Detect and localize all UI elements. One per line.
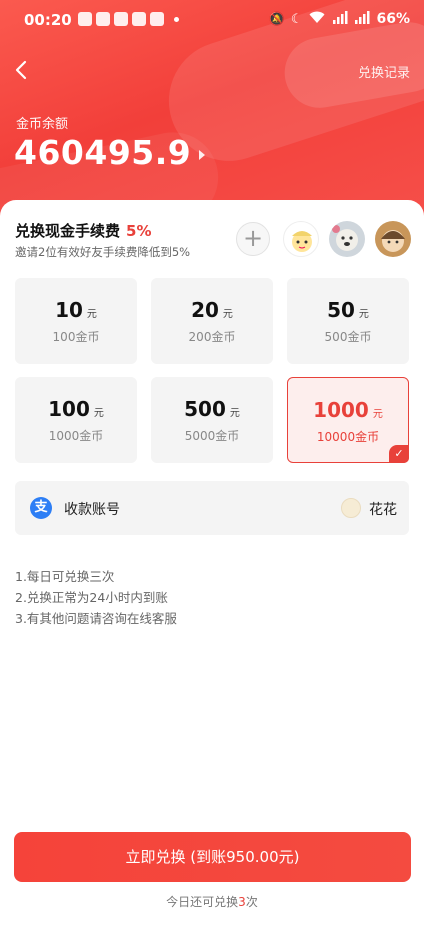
amount-unit: 元 bbox=[372, 409, 383, 420]
tiktok-icon bbox=[114, 12, 128, 26]
rule-item: 2.兑换正常为24小时内到账 bbox=[15, 590, 168, 605]
remaining-prefix: 今日还可兑换 bbox=[166, 895, 239, 909]
more-dot-icon bbox=[174, 17, 179, 22]
chevron-left-icon bbox=[15, 60, 27, 80]
amount-value: 10 bbox=[55, 298, 83, 322]
moon-icon: ☾ bbox=[290, 11, 303, 27]
amount-option[interactable]: 500 元 5000金币 bbox=[151, 377, 273, 463]
remaining-suffix: 次 bbox=[245, 895, 258, 909]
coin-cost: 1000金币 bbox=[48, 429, 104, 443]
amount-value: 1000 bbox=[313, 398, 369, 422]
amount-value: 20 bbox=[191, 298, 219, 322]
invite-friend-button[interactable]: + bbox=[236, 222, 270, 256]
invite-hint: 邀请2位有效好友手续费降低到5% bbox=[15, 245, 191, 259]
fee-rate: 5% bbox=[126, 222, 152, 240]
rule-item: 3.有其他问题请咨询在线客服 bbox=[15, 611, 177, 626]
alipay-icon: 支 bbox=[30, 497, 52, 519]
amount-value: 100 bbox=[48, 397, 90, 421]
amount-unit: 元 bbox=[93, 408, 104, 419]
exchange-card: 兑换现金手续费 5% 邀请2位有效好友手续费降低到5% + 10 元 100金币 … bbox=[0, 200, 424, 820]
exchange-record-link[interactable]: 兑换记录 bbox=[358, 62, 410, 81]
footer-bar: 立即兑换 (到账950.00元) 今日还可兑换3次 bbox=[0, 820, 424, 935]
amount-option[interactable]: 50 元 500金币 bbox=[287, 278, 409, 364]
friend-avatar[interactable] bbox=[375, 221, 411, 257]
friend-avatar[interactable] bbox=[329, 221, 365, 257]
coin-cost: 10000金币 bbox=[316, 430, 380, 444]
app-icon bbox=[132, 12, 146, 26]
coin-cost: 500金币 bbox=[324, 330, 372, 344]
account-avatar bbox=[341, 498, 361, 518]
account-name: 花花 bbox=[369, 502, 397, 518]
signal-icon bbox=[354, 10, 370, 28]
amount-value: 500 bbox=[184, 397, 226, 421]
triangle-right-icon bbox=[199, 149, 206, 160]
exchange-now-button[interactable]: 立即兑换 (到账950.00元) bbox=[14, 832, 411, 882]
wechat-icon bbox=[78, 12, 92, 26]
rule-item: 1.每日可兑换三次 bbox=[15, 569, 115, 584]
amount-unit: 元 bbox=[229, 408, 240, 419]
amount-option-selected[interactable]: 1000 元 10000金币 ✓ bbox=[287, 377, 409, 463]
balance-label: 金币余额 bbox=[16, 117, 69, 132]
remaining-count: 3 bbox=[238, 895, 246, 909]
fee-title-text: 兑换现金手续费 bbox=[15, 222, 121, 240]
status-time: 00:20 bbox=[24, 11, 72, 29]
rules-list: 1.每日可兑换三次 2.兑换正常为24小时内到账 3.有其他问题请咨询在线客服 bbox=[15, 566, 177, 629]
amount-unit: 元 bbox=[358, 309, 369, 320]
mute-icon: 🔕 bbox=[268, 11, 285, 27]
payout-account-row[interactable]: 支 收款账号 花花 bbox=[15, 481, 409, 535]
friend-avatar[interactable] bbox=[283, 221, 319, 257]
coin-cost: 100金币 bbox=[52, 330, 100, 344]
fee-title: 兑换现金手续费 5% bbox=[15, 220, 151, 241]
coin-cost: 200金币 bbox=[188, 330, 236, 344]
status-bar: 00:20 🔕 ☾ 66% bbox=[0, 0, 424, 42]
signal-icon bbox=[332, 10, 348, 28]
remaining-times: 今日还可兑换3次 bbox=[0, 893, 424, 910]
amount-unit: 元 bbox=[222, 309, 233, 320]
balance-row[interactable]: 460495.9 bbox=[14, 133, 206, 172]
amount-value: 50 bbox=[327, 298, 355, 322]
amount-option[interactable]: 10 元 100金币 bbox=[15, 278, 137, 364]
checkmark-icon: ✓ bbox=[389, 445, 409, 463]
amount-unit: 元 bbox=[86, 309, 97, 320]
balance-value: 460495.9 bbox=[14, 133, 192, 172]
notification-icons bbox=[78, 12, 179, 26]
app-icon bbox=[150, 12, 164, 26]
account-label: 收款账号 bbox=[64, 502, 120, 518]
app-icon bbox=[96, 12, 110, 26]
back-button[interactable] bbox=[10, 58, 34, 82]
battery-level: 66% bbox=[376, 11, 410, 27]
plus-icon: + bbox=[242, 224, 264, 252]
coin-cost: 5000金币 bbox=[184, 429, 240, 443]
amount-option[interactable]: 100 元 1000金币 bbox=[15, 377, 137, 463]
wifi-icon bbox=[308, 10, 326, 28]
amount-option[interactable]: 20 元 200金币 bbox=[151, 278, 273, 364]
status-right: 🔕 ☾ 66% bbox=[269, 10, 410, 28]
